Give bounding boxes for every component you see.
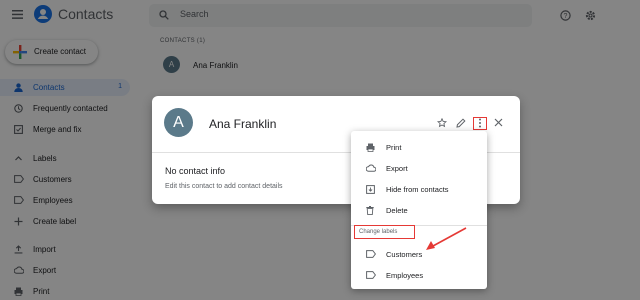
- label-icon: [366, 250, 376, 258]
- avatar: A: [164, 108, 193, 137]
- printer-icon: [366, 143, 375, 152]
- menu-item-print[interactable]: Print: [351, 139, 487, 156]
- menu-item-label: Export: [386, 164, 408, 173]
- label-icon: [366, 271, 376, 279]
- menu-item-export[interactable]: Export: [351, 160, 487, 177]
- archive-icon: [366, 185, 375, 194]
- menu-item-label: Delete: [386, 206, 408, 215]
- trash-icon: [366, 206, 374, 215]
- no-info-subtext: Edit this contact to add contact details: [165, 183, 283, 190]
- annotation-arrow-icon: [426, 227, 467, 250]
- more-actions-menu: Print Export Hide from contacts Delete C…: [351, 131, 487, 289]
- cloud-upload-icon: [366, 164, 376, 172]
- no-info-heading: No contact info: [165, 166, 226, 176]
- close-icon[interactable]: [494, 118, 503, 127]
- menu-item-label: Print: [386, 143, 402, 152]
- menu-item-label: Employees: [386, 271, 424, 280]
- star-icon[interactable]: [437, 118, 447, 128]
- menu-label-employees[interactable]: Employees: [351, 267, 487, 284]
- contact-name: Ana Franklin: [209, 117, 277, 131]
- more-vert-icon[interactable]: [478, 118, 482, 128]
- menu-item-label: Hide from contacts: [386, 185, 449, 194]
- menu-item-label: Customers: [386, 250, 423, 259]
- menu-item-delete[interactable]: Delete: [351, 202, 487, 219]
- menu-item-hide-from-contacts[interactable]: Hide from contacts: [351, 181, 487, 198]
- edit-pencil-icon[interactable]: [456, 118, 466, 128]
- change-labels-heading: Change labels: [359, 229, 398, 235]
- change-labels-highlight: Change labels: [354, 225, 415, 239]
